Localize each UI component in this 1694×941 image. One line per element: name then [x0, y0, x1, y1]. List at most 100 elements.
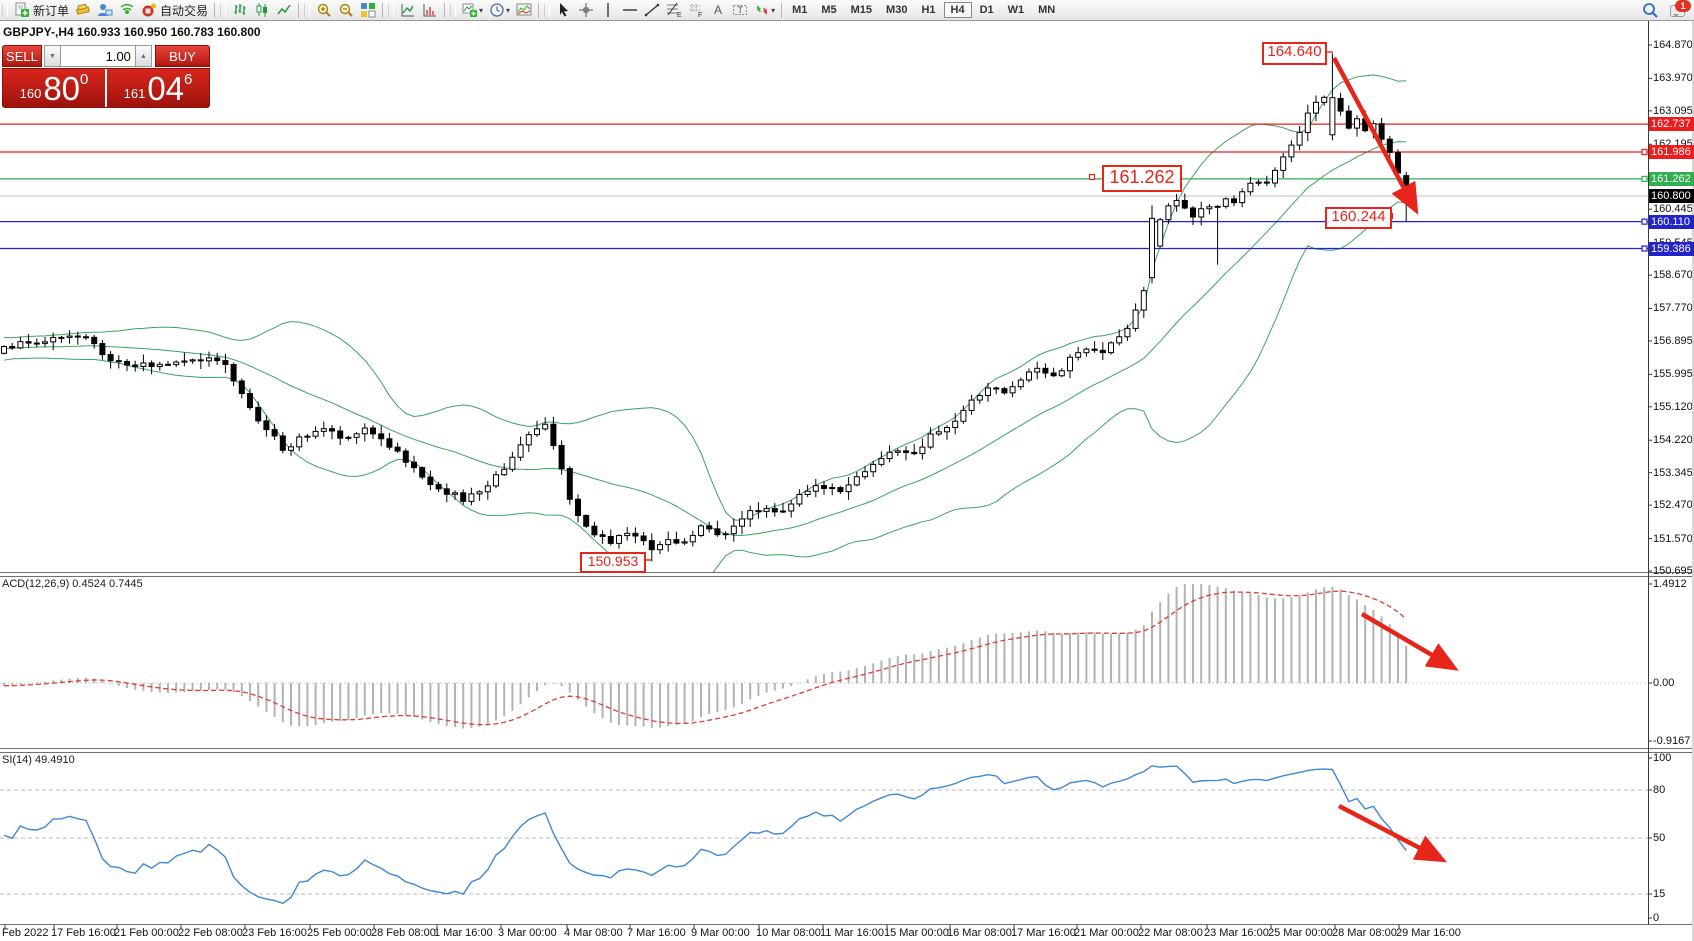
line-chart-button[interactable]	[273, 1, 295, 19]
trendline-button[interactable]	[641, 1, 663, 19]
timeframe-h4[interactable]: H4	[944, 2, 972, 18]
x-axis-label: 21 Feb 00:00	[114, 927, 179, 939]
toolbar-grip	[450, 4, 456, 17]
timeframe-h1[interactable]: H1	[915, 2, 941, 18]
price-badge: 161.262	[1649, 172, 1694, 186]
volume-increase-button[interactable]: ▲	[135, 45, 152, 67]
grid-button[interactable]: F	[685, 1, 707, 19]
text-button[interactable]: A	[707, 1, 729, 19]
buy-button[interactable]: BUY	[155, 45, 210, 67]
x-axis-label: 17 Mar 16:00	[1011, 927, 1076, 939]
profile-icon	[97, 2, 113, 18]
price-annotation[interactable]: 161.262	[1102, 165, 1182, 192]
price-chart-canvas[interactable]	[0, 0, 1694, 941]
pane-separator[interactable]	[0, 572, 1694, 573]
price-badge: 161.986	[1649, 145, 1694, 159]
timeframe-m30[interactable]: M30	[880, 2, 913, 18]
vline-icon	[600, 2, 616, 18]
timeframe-m1[interactable]: M1	[786, 2, 813, 18]
bar-chart-button[interactable]	[229, 1, 251, 19]
y-axis-label: 156.895	[1653, 335, 1693, 347]
x-axis-label: 23 Feb 16:00	[242, 927, 307, 939]
arrows-button[interactable]: ▾	[751, 1, 778, 19]
price-annotation[interactable]: 150.953	[580, 552, 646, 573]
zoom-out-button[interactable]	[335, 1, 357, 19]
sell-button[interactable]: SELL	[2, 45, 42, 67]
volume-decrease-button[interactable]: ▼	[44, 45, 61, 67]
search-button[interactable]	[1638, 1, 1662, 19]
tile-windows-button[interactable]	[357, 1, 379, 19]
account-button[interactable]	[94, 1, 116, 19]
pane-separator[interactable]	[0, 748, 1694, 749]
x-axis-label: 4 Mar 08:00	[564, 927, 623, 939]
y-axis-label: 154.220	[1653, 434, 1693, 446]
chevron-down-icon[interactable]: ▾	[771, 6, 775, 15]
new-order-icon	[14, 2, 30, 18]
timeframe-m5[interactable]: M5	[815, 2, 842, 18]
toolbar-separator	[781, 3, 782, 18]
hline-button[interactable]	[619, 1, 641, 19]
text-label-button[interactable]: T	[729, 1, 751, 19]
x-axis-label: 10 Mar 08:00	[756, 927, 821, 939]
new-chart-icon	[462, 2, 478, 18]
autotrade-button[interactable]: 自动交易	[138, 1, 211, 19]
price-annotation[interactable]: 160.244	[1325, 207, 1392, 229]
trendline-icon	[644, 2, 660, 18]
x-axis-label: 23 Mar 16:00	[1204, 927, 1269, 939]
text-label-icon: T	[732, 2, 748, 18]
toolbar-grip	[220, 4, 226, 17]
pane-separator[interactable]	[0, 752, 1694, 753]
pane-separator[interactable]	[0, 576, 1694, 577]
x-axis-label: 21 Mar 00:00	[1074, 927, 1139, 939]
crosshair-button[interactable]	[575, 1, 597, 19]
x-axis-label: 7 Mar 16:00	[627, 927, 686, 939]
candle-chart-button[interactable]	[251, 1, 273, 19]
timeframe-d1[interactable]: D1	[974, 2, 1000, 18]
timeframe-mn[interactable]: MN	[1032, 2, 1061, 18]
price-badge: 160.110	[1649, 215, 1694, 229]
macd-axis-label: -0.9167	[1653, 735, 1690, 747]
gold-button[interactable]	[72, 1, 94, 19]
chevron-down-icon[interactable]: ▾	[506, 6, 510, 15]
price-annotation[interactable]: 164.640	[1262, 42, 1327, 65]
vline-button[interactable]	[597, 1, 619, 19]
notifications-button[interactable]: 1	[1670, 2, 1688, 18]
y-axis-label: 160.445	[1653, 203, 1693, 215]
x-axis-label: 15 Mar 00:00	[884, 927, 949, 939]
buy-price-sup: 6	[184, 72, 192, 87]
time-axis-border	[0, 924, 1694, 925]
mt4-terminal-window: 新订单自动交易▾▾EFAT▾M1M5M15M30H1H4D1W1MN 1 GBP…	[0, 0, 1694, 941]
template-button[interactable]	[513, 1, 535, 19]
zoom-in-icon	[316, 2, 332, 18]
new-order-button[interactable]: 新订单	[11, 1, 72, 19]
cursor-icon	[556, 2, 572, 18]
toolbar-separator	[382, 3, 383, 18]
new-chart-button[interactable]: ▾	[459, 1, 486, 19]
chevron-down-icon[interactable]: ▾	[479, 6, 483, 15]
autotrade-button-label: 自动交易	[160, 2, 208, 19]
rsi-axis-label: 15	[1653, 888, 1665, 900]
rsi-axis-label: 100	[1653, 752, 1671, 764]
y-axis-label: 158.670	[1653, 269, 1693, 281]
x-axis-label: 17 Feb 16:00	[51, 927, 116, 939]
timeframe-m15[interactable]: M15	[845, 2, 878, 18]
x-axis-label: Feb 2022	[2, 927, 48, 939]
buy-price[interactable]: 161 04 6	[107, 69, 209, 107]
signals-button[interactable]	[116, 1, 138, 19]
x-axis-label: 3 Mar 00:00	[498, 927, 557, 939]
price-badge: 159.386	[1649, 242, 1694, 256]
search-icon	[1641, 1, 1659, 19]
sell-price[interactable]: 160 80 0	[3, 69, 105, 107]
indicator-window-button[interactable]	[397, 1, 419, 19]
timeframe-w1[interactable]: W1	[1002, 2, 1031, 18]
indicator-separate-button[interactable]	[419, 1, 441, 19]
cursor-button[interactable]	[553, 1, 575, 19]
fibonacci-button[interactable]: E	[663, 1, 685, 19]
volume-input[interactable]	[61, 45, 135, 67]
new-order-button-label: 新订单	[33, 2, 69, 19]
x-axis-label: 25 Mar 00:00	[1268, 927, 1333, 939]
y-axis-label: 164.870	[1653, 39, 1693, 51]
svg-text:E: E	[677, 12, 682, 18]
zoom-in-button[interactable]	[313, 1, 335, 19]
period-button[interactable]: ▾	[486, 1, 513, 19]
